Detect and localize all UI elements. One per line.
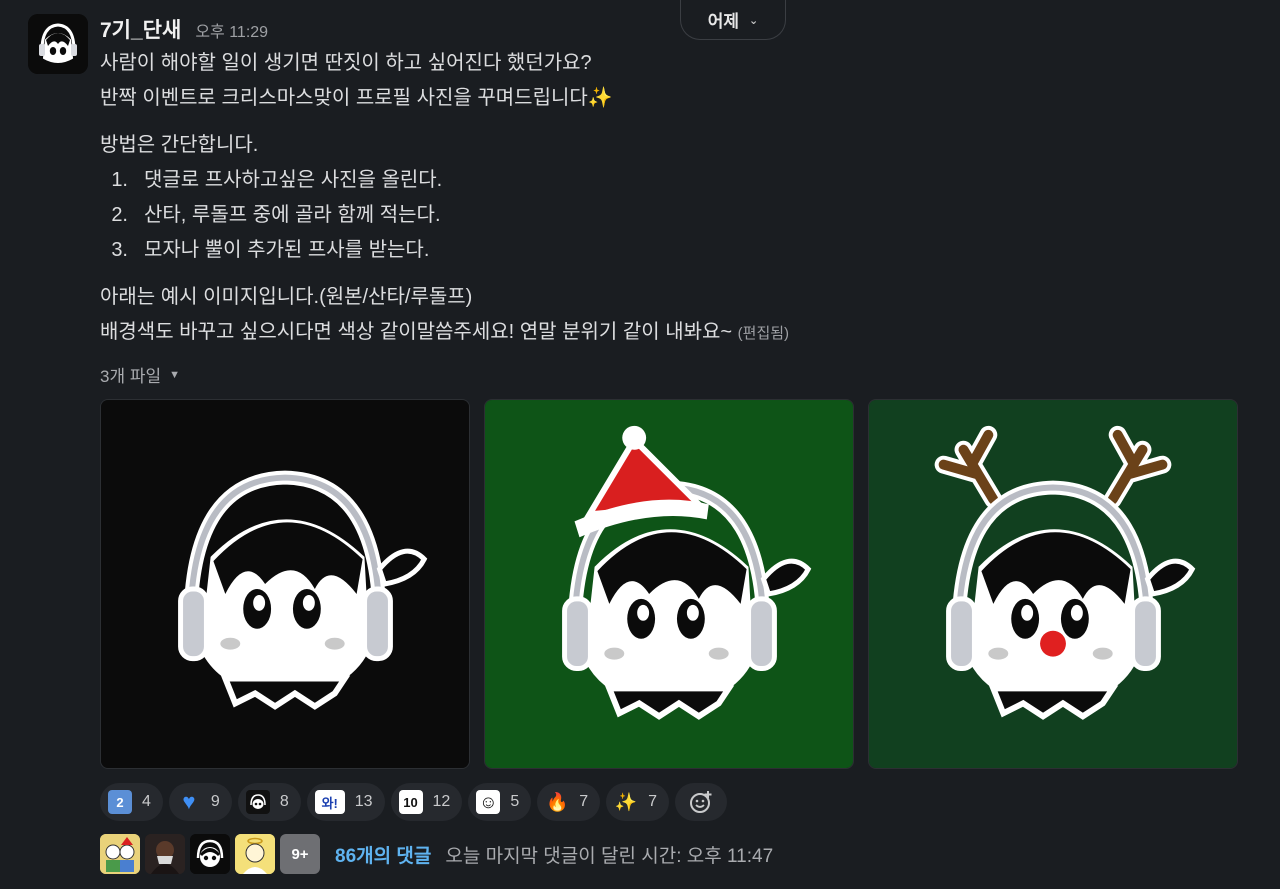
add-reaction-button[interactable] [675, 783, 728, 821]
custom-avatar-emoji-icon [245, 790, 270, 814]
reply-avatar [235, 834, 275, 874]
message-timestamp[interactable]: 오후 11:29 [195, 18, 268, 42]
chevron-down-icon: ⌄ [749, 15, 759, 27]
edited-label: (편집됨) [737, 325, 790, 342]
reaction-count: 7 [648, 793, 658, 810]
reply-avatar [100, 834, 140, 874]
reaction-count: 7 [579, 793, 589, 810]
reaction-person-sketch[interactable]: ☺ 5 [468, 783, 532, 821]
message-header: 7기_단새 오후 11:29 [100, 14, 268, 44]
group-cartoon-avatar-icon [100, 834, 140, 874]
reaction-count: 12 [432, 793, 451, 810]
ten-text-emoji-icon: 10 [398, 790, 423, 814]
reaction-count: 5 [510, 793, 520, 810]
list-item: 3. 모자나 뿔이 추가된 프사를 받는다. [111, 239, 430, 261]
sender-avatar[interactable] [28, 14, 88, 74]
steps-list: 1. 댓글로 프사하고싶은 사진을 올린다. 2. 산타, 루돌프 중에 골라 함께… [100, 163, 1220, 268]
fire-icon: 🔥 [546, 791, 569, 812]
add-emoji-icon [690, 791, 712, 813]
reaction-blue-heart[interactable]: ♥ 9 [168, 783, 232, 821]
more-avatars-badge: 9+ [280, 834, 320, 874]
last-reply-time: 오늘 마지막 댓글이 달린 시간: 오후 11:47 [445, 845, 774, 867]
keycap-two-icon: 2 [108, 790, 132, 814]
sparkles-icon: ✨ [614, 791, 638, 812]
image-original[interactable] [100, 399, 470, 769]
angel-avatar-icon [235, 834, 275, 874]
date-divider-button[interactable]: 어제 ⌄ [680, 0, 786, 40]
reactions-bar: 2 4 ♥ 9 8 와! 13 10 12 ☺ 5 🔥 7 ✨ 7 [100, 783, 728, 821]
reaction-count: 13 [354, 793, 373, 810]
method-heading: 방법은 간단합니다. [100, 134, 259, 156]
caret-down-icon: ▼ [169, 368, 180, 381]
files-count-label: 3개 파일 [100, 367, 162, 386]
character-original-image [101, 400, 469, 768]
date-divider-label: 어제 [707, 12, 740, 31]
image-rudolph[interactable] [868, 399, 1238, 769]
headphone-avatar-icon [190, 834, 230, 874]
reaction-sparkles[interactable]: ✨ 7 [606, 783, 670, 821]
character-rudolph-image [869, 400, 1237, 768]
intro-line: 반짝 이벤트로 크리스마스맞이 프로필 사진을 꾸며드립니다✨ [100, 87, 613, 109]
reaction-wa-text[interactable]: 와! 13 [306, 783, 385, 821]
reaction-count: 4 [142, 793, 151, 810]
reply-avatar [190, 834, 230, 874]
character-santa-image [485, 400, 853, 768]
sparkles-icon: ✨ [587, 87, 613, 109]
image-gallery [100, 399, 1238, 769]
message-body: 사람이 해야할 일이 생기면 딴짓이 하고 싶어진다 했던가요? 반짝 이벤트로… [100, 46, 1220, 351]
image-santa[interactable] [484, 399, 854, 769]
files-toggle[interactable]: 3개 파일 ▼ [100, 362, 180, 387]
reaction-count: 8 [279, 793, 289, 810]
intro-line: 사람이 해야할 일이 생기면 딴짓이 하고 싶어진다 했던가요? [100, 52, 592, 74]
replies-link[interactable]: 86개의 댓글 [335, 841, 431, 868]
blue-heart-icon: ♥ [182, 789, 196, 814]
dark-avatar-icon [145, 834, 185, 874]
reaction-count: 9 [210, 793, 220, 810]
reply-avatar [145, 834, 185, 874]
thread-summary[interactable]: 9+ 86개의 댓글 오늘 마지막 댓글이 달린 시간: 오후 11:47 [100, 834, 773, 874]
wa-text-emoji-icon: 와! [314, 790, 345, 814]
sender-name[interactable]: 7기_단새 [100, 14, 181, 44]
reaction-keycap-two[interactable]: 2 4 [100, 783, 163, 821]
reaction-fire[interactable]: 🔥 7 [537, 783, 601, 821]
reaction-custom-avatar[interactable]: 8 [237, 783, 301, 821]
headphone-character-icon [28, 14, 88, 74]
outro-line: 아래는 예시 이미지입니다.(원본/산타/루돌프) [100, 286, 473, 308]
person-sketch-emoji-icon: ☺ [476, 790, 501, 814]
reaction-ten-text[interactable]: 10 12 [390, 783, 463, 821]
list-item: 2. 산타, 루돌프 중에 골라 함께 적는다. [111, 204, 441, 226]
list-item: 1. 댓글로 프사하고싶은 사진을 올린다. [111, 169, 443, 191]
outro-line: 배경색도 바꾸고 싶으시다면 색상 같이말씀주세요! 연말 분위기 같이 내봐요… [100, 321, 790, 343]
